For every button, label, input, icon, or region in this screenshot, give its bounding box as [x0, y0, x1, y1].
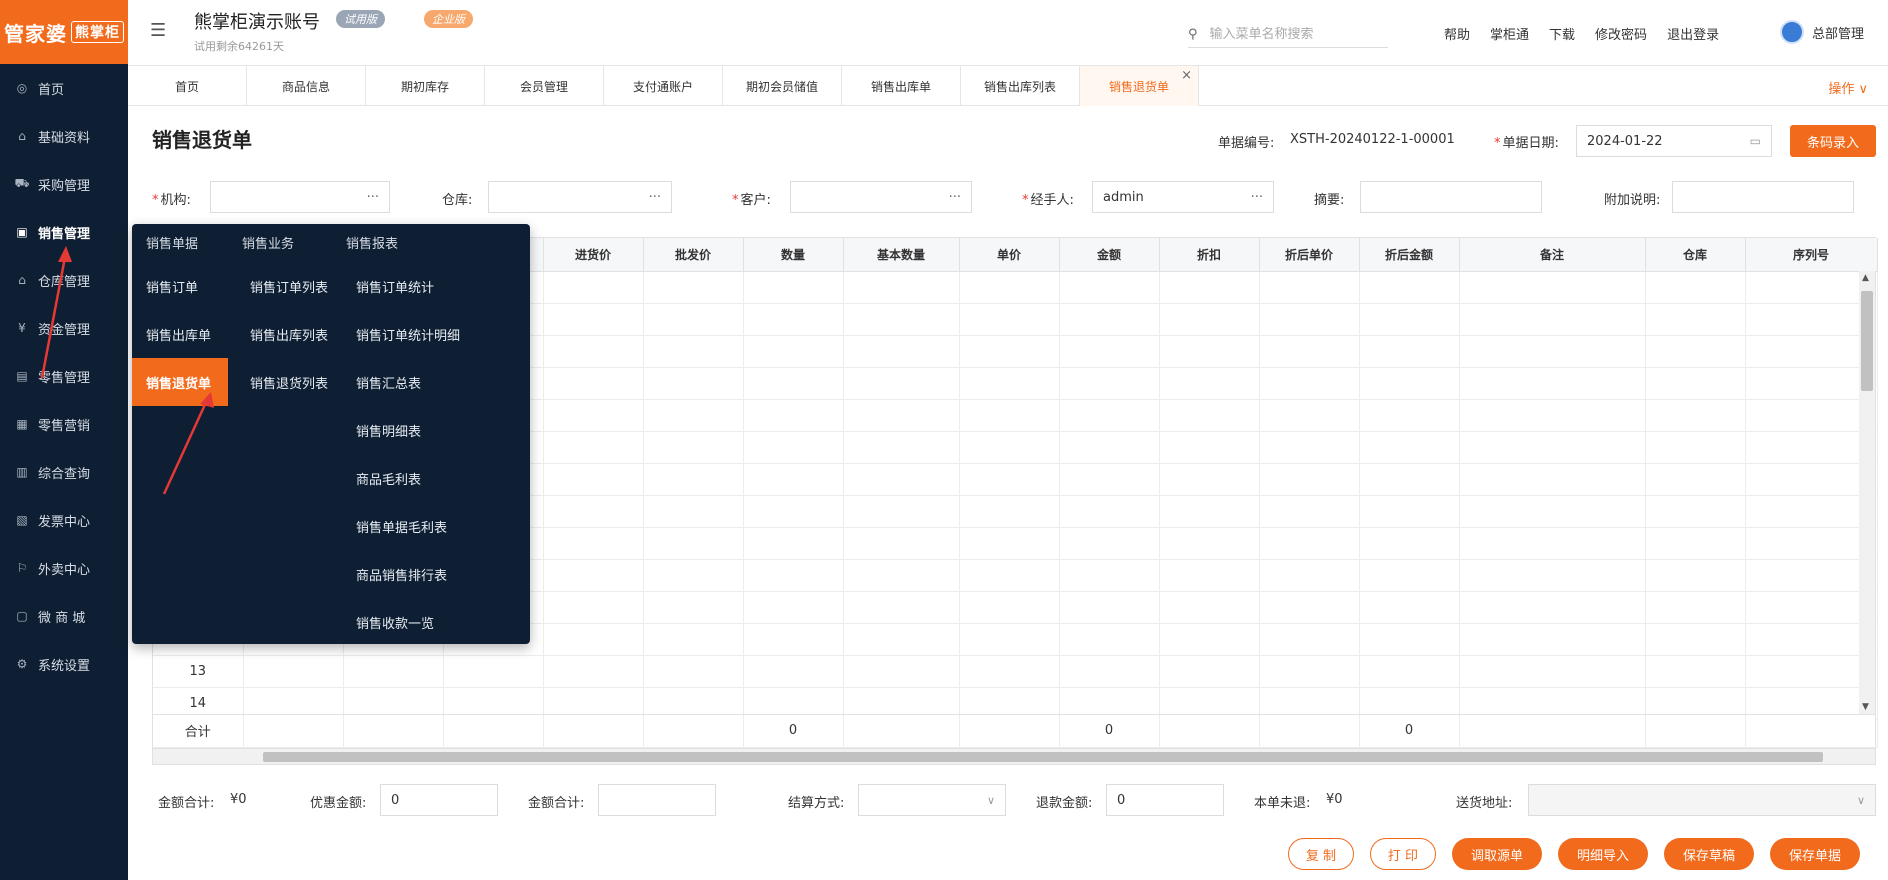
amount-total-label: 金额合计: [158, 796, 215, 811]
amount-total2-label: 金额合计: [528, 796, 585, 811]
address-select[interactable]: ∨ [1528, 784, 1876, 816]
print-button[interactable]: 打 印 [1370, 838, 1436, 870]
refund-value: 0 [1117, 792, 1126, 808]
arrow-line-1 [40, 251, 68, 379]
address-label: 送货地址: [1456, 796, 1513, 811]
refund-field[interactable]: 0 [1106, 784, 1224, 816]
chevron-down-icon: ∨ [1856, 793, 1865, 807]
detail-import-button[interactable]: 明细导入 [1558, 838, 1648, 870]
discount-field[interactable]: 0 [380, 784, 498, 816]
save-draft-button[interactable]: 保存草稿 [1664, 838, 1754, 870]
copy-button[interactable]: 复 制 [1288, 838, 1354, 870]
save-document-button[interactable]: 保存单据 [1770, 838, 1860, 870]
unrefunded-value: ¥0 [1326, 792, 1343, 807]
arrow-line-2 [162, 397, 210, 495]
unrefunded-label: 本单未退: [1254, 796, 1311, 811]
discount-label: 优惠金额: [310, 796, 367, 811]
fetch-source-button[interactable]: 调取源单 [1452, 838, 1542, 870]
settle-label: 结算方式: [788, 796, 845, 811]
settle-select[interactable]: ∨ [858, 784, 1006, 816]
chevron-down-icon: ∨ [986, 793, 995, 807]
amount-total2-field[interactable] [598, 784, 716, 816]
arrow-head-2 [200, 392, 214, 408]
amount-total-value: ¥0 [230, 792, 247, 807]
refund-label: 退款金额: [1036, 796, 1093, 811]
annotation-arrows [40, 246, 214, 495]
arrow-head-1 [58, 246, 72, 262]
discount-value: 0 [391, 792, 400, 808]
